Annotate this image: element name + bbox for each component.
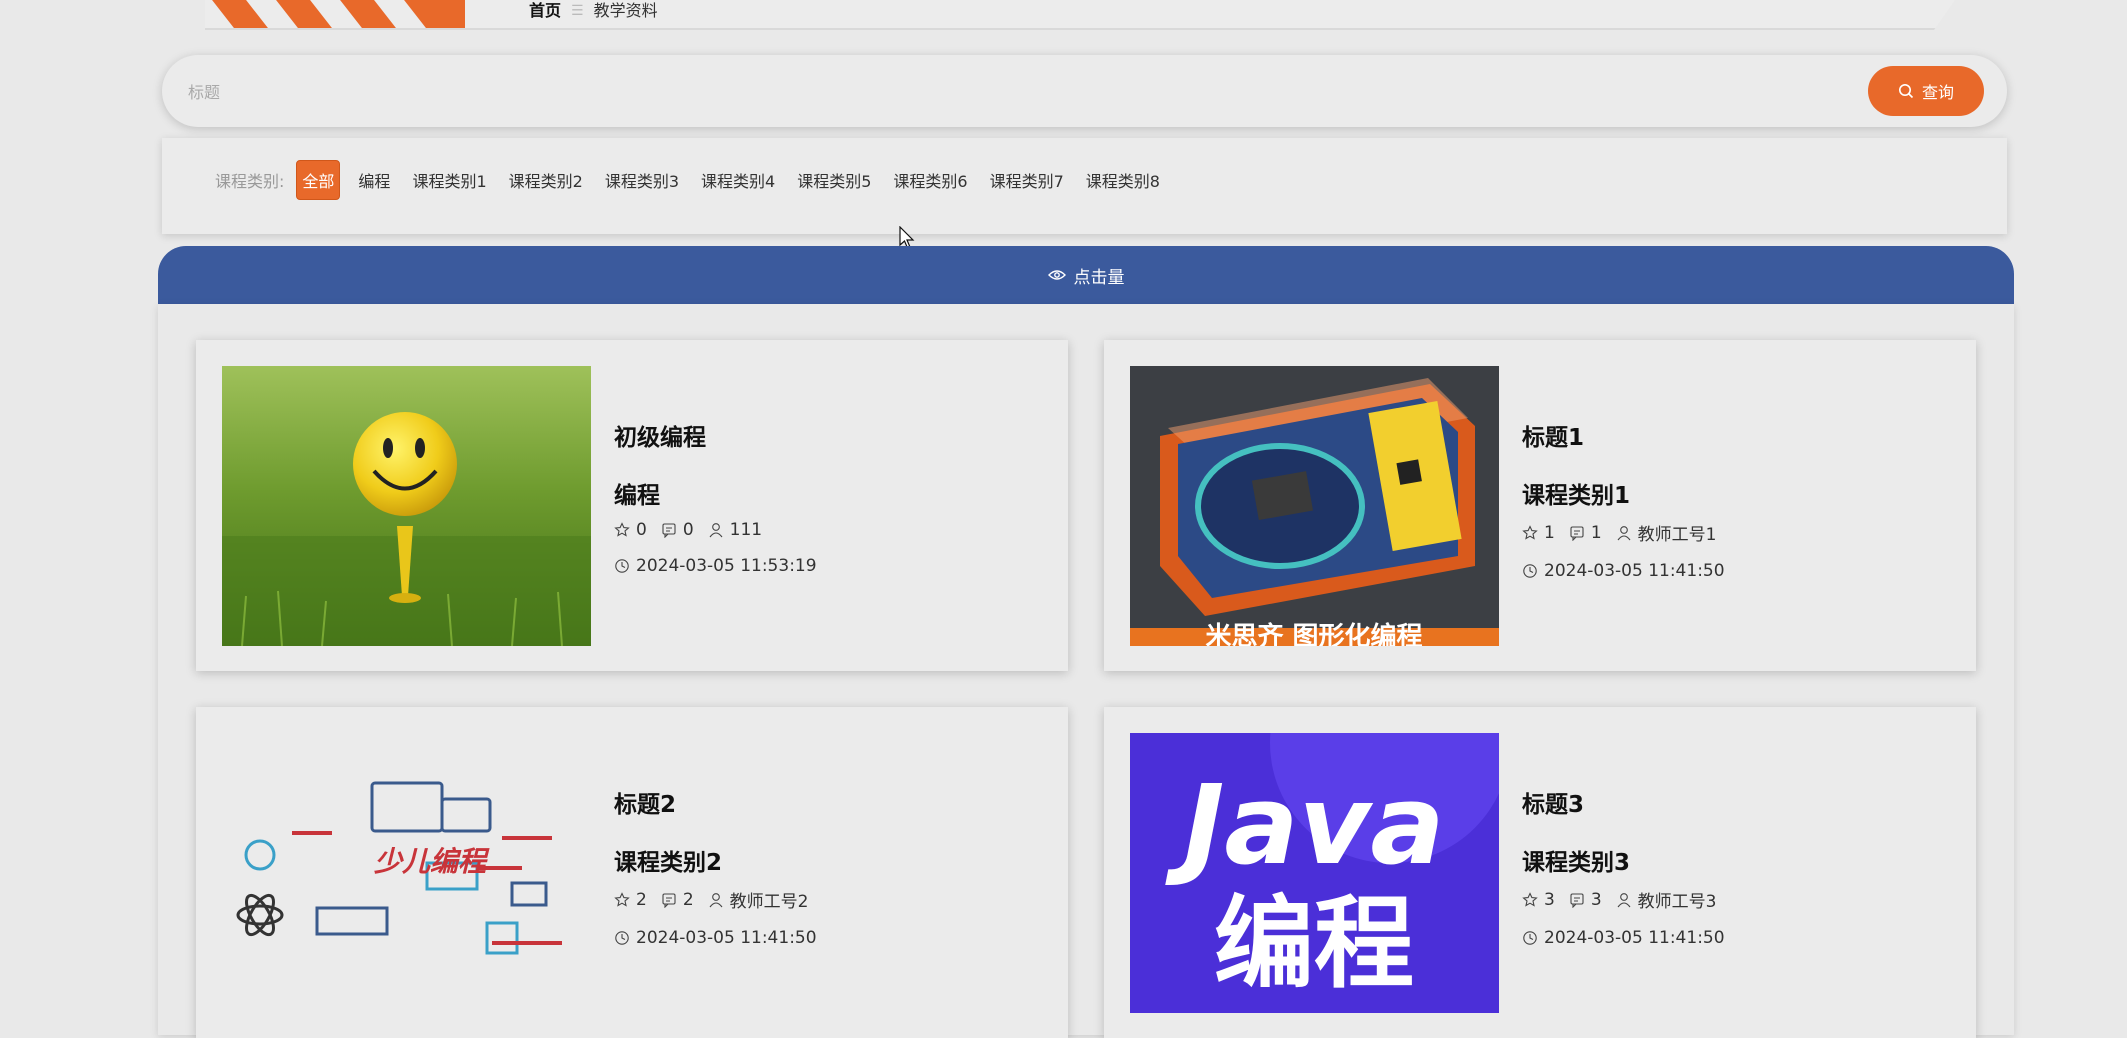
clock-icon <box>1523 931 1537 945</box>
card-info: 标题1 课程类别1 1 1 教师工号1 2024-03-05 11:41:50 <box>1522 418 1725 581</box>
filter-item-programming[interactable]: 编程 <box>354 162 394 198</box>
top-banner <box>205 0 1955 30</box>
sort-by-clicks-tab[interactable]: 点击量 <box>158 246 2014 304</box>
breadcrumb-home[interactable]: 首页 <box>529 0 561 22</box>
card-stats: 2 2 教师工号2 <box>614 887 817 912</box>
publish-time: 2024-03-05 11:41:50 <box>636 928 817 948</box>
star-icon <box>614 891 630 907</box>
thumbnail-caption: 米思齐 图形化编程 <box>1205 621 1422 646</box>
comment-count: 3 <box>1590 889 1602 910</box>
filter-item-category-3[interactable]: 课程类别3 <box>601 162 683 198</box>
card-time: 2024-03-05 11:41:50 <box>614 928 817 948</box>
card-time: 2024-03-05 11:41:50 <box>1522 928 1725 948</box>
author-name: 教师工号1 <box>1637 525 1717 545</box>
breadcrumb: 首页 ☰ 教学资料 <box>529 0 658 22</box>
thumbnail-caption-java: Java <box>1164 761 1444 889</box>
filter-item-category-6[interactable]: 课程类别6 <box>889 162 971 198</box>
author-name: 教师工号3 <box>1637 892 1717 912</box>
category-filter-label: 课程类别: <box>215 172 285 191</box>
card-title[interactable]: 标题2 <box>614 785 817 818</box>
card-thumbnail-java-programming-cover[interactable]: Java 编程 <box>1130 733 1499 1013</box>
banner-stripes <box>205 0 465 28</box>
comment-icon <box>662 892 676 908</box>
card-title[interactable]: 初级编程 <box>614 418 817 451</box>
card-title[interactable]: 标题3 <box>1522 785 1725 818</box>
breadcrumb-current: 教学资料 <box>593 1 658 20</box>
resource-card[interactable]: Java 编程 标题3 课程类别3 3 3 教师工号3 2024-03-05 1… <box>1104 707 1976 1038</box>
eye-icon <box>1047 270 1066 280</box>
card-info: 标题2 课程类别2 2 2 教师工号2 2024-03-05 11:41:50 <box>614 785 817 948</box>
favorite-count: 0 <box>636 520 647 540</box>
search-icon <box>1898 84 1914 99</box>
resource-card[interactable]: 少儿编程 标题2 课程类别2 2 2 教师工号2 2024-03-05 11:4… <box>196 707 1068 1038</box>
resource-card[interactable]: 初级编程 编程 0 0 111 2024-03-05 11:53:19 <box>196 340 1068 671</box>
thumbnail-caption: 少儿编程 <box>374 845 490 878</box>
comment-count: 1 <box>1590 522 1602 543</box>
card-category: 课程类别3 <box>1522 850 1631 876</box>
filter-item-category-5[interactable]: 课程类别5 <box>793 162 875 198</box>
card-time: 2024-03-05 11:53:19 <box>614 556 817 576</box>
favorite-count: 3 <box>1544 889 1555 910</box>
resource-card[interactable]: 米思齐 图形化编程 标题1 课程类别1 1 1 教师工号1 2024-03-05… <box>1104 340 1976 671</box>
card-stats: 1 1 教师工号1 <box>1522 520 1725 545</box>
star-icon <box>1522 891 1538 907</box>
user-icon <box>1617 525 1631 540</box>
clock-icon <box>1523 564 1537 578</box>
favorite-count: 1 <box>1544 522 1555 543</box>
filter-item-all[interactable]: 全部 <box>296 160 341 200</box>
breadcrumb-separator-icon: ☰ <box>571 3 584 19</box>
filter-item-category-7[interactable]: 课程类别7 <box>986 162 1068 198</box>
comment-icon <box>662 523 676 538</box>
comment-count: 2 <box>682 889 694 910</box>
card-thumbnail-smiley-golf-ball[interactable] <box>222 366 591 646</box>
card-category: 编程 <box>614 483 660 509</box>
filter-item-category-8[interactable]: 课程类别8 <box>1082 162 1164 198</box>
comment-count: 0 <box>682 520 694 540</box>
publish-time: 2024-03-05 11:41:50 <box>1544 561 1725 581</box>
comment-icon <box>1570 525 1584 541</box>
thumbnail-caption-programming: 编程 <box>1214 885 1414 1002</box>
card-thumbnail-electronics-kit-box[interactable]: 米思齐 图形化编程 <box>1130 366 1499 646</box>
filter-item-category-1[interactable]: 课程类别1 <box>408 162 490 198</box>
card-category: 课程类别1 <box>1522 483 1631 509</box>
filter-item-category-2[interactable]: 课程类别2 <box>505 162 587 198</box>
card-category: 课程类别2 <box>614 850 723 876</box>
user-icon <box>709 523 723 538</box>
author-name: 111 <box>729 520 763 540</box>
card-stats: 0 0 111 <box>614 520 817 540</box>
clock-icon <box>615 931 629 945</box>
category-filter-panel: 课程类别: 全部 编程 课程类别1 课程类别2 课程类别3 课程类别4 课程类别… <box>162 138 2007 234</box>
search-button[interactable]: 查询 <box>1868 66 1984 116</box>
favorite-count: 2 <box>636 889 647 910</box>
search-bar: 查询 <box>162 55 2007 127</box>
category-filter-row: 课程类别: 全部 编程 课程类别1 课程类别2 课程类别3 课程类别4 课程类别… <box>215 160 1178 200</box>
card-title[interactable]: 标题1 <box>1522 418 1725 451</box>
user-icon <box>1617 892 1631 907</box>
clock-icon <box>615 559 629 573</box>
sort-label: 点击量 <box>1073 267 1125 288</box>
star-icon <box>614 522 630 537</box>
user-icon <box>709 892 723 907</box>
card-info: 初级编程 编程 0 0 111 2024-03-05 11:53:19 <box>614 418 817 576</box>
search-input[interactable] <box>186 73 1790 111</box>
filter-item-category-4[interactable]: 课程类别4 <box>697 162 779 198</box>
card-stats: 3 3 教师工号3 <box>1522 887 1725 912</box>
publish-time: 2024-03-05 11:41:50 <box>1544 928 1725 948</box>
star-icon <box>1522 524 1538 540</box>
author-name: 教师工号2 <box>729 892 809 912</box>
card-time: 2024-03-05 11:41:50 <box>1522 561 1725 581</box>
publish-time: 2024-03-05 11:53:19 <box>636 556 817 576</box>
card-thumbnail-kids-coding-illustration[interactable]: 少儿编程 <box>222 733 591 1013</box>
search-button-label: 查询 <box>1921 83 1954 102</box>
card-info: 标题3 课程类别3 3 3 教师工号3 2024-03-05 11:41:50 <box>1522 785 1725 948</box>
comment-icon <box>1570 892 1584 908</box>
resource-list: 初级编程 编程 0 0 111 2024-03-05 11:53:19 米思齐 … <box>158 304 2014 1038</box>
